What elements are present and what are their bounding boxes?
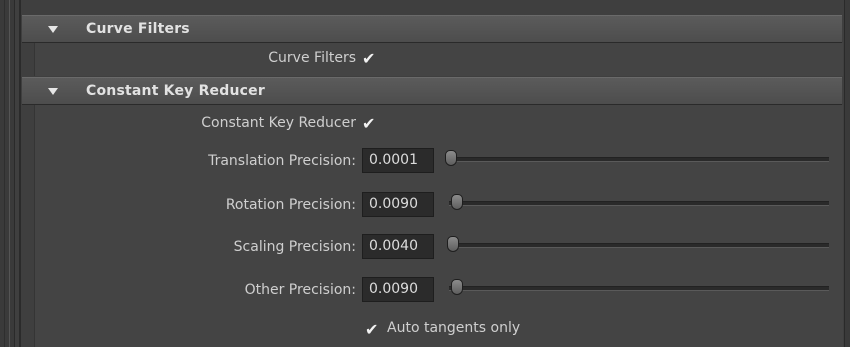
constant-key-reducer-body: Constant Key Reducer ✔ Translation Preci… <box>34 105 843 347</box>
scaling-precision-slider-handle[interactable] <box>447 236 459 252</box>
collapse-triangle-icon[interactable] <box>48 25 58 33</box>
constant-key-reducer-checkbox-label: Constant Key Reducer <box>201 115 356 131</box>
rotation-precision-slider-track[interactable] <box>449 201 829 206</box>
checkmark-icon: ✔ <box>362 114 376 133</box>
scaling-precision-field[interactable]: 0.0040 <box>362 234 434 259</box>
panel-divider <box>19 0 21 347</box>
curve-filters-header[interactable]: Curve Filters <box>22 15 842 43</box>
collapse-triangle-icon[interactable] <box>48 87 58 95</box>
scaling-precision-slider-track[interactable] <box>449 243 829 248</box>
rotation-precision-field[interactable]: 0.0090 <box>362 192 434 217</box>
auto-tangents-checkbox[interactable]: ✔ <box>365 320 379 339</box>
other-precision-field[interactable]: 0.0090 <box>362 277 434 302</box>
constant-key-reducer-header[interactable]: Constant Key Reducer <box>22 77 842 105</box>
rotation-precision-slider-handle[interactable] <box>451 194 463 210</box>
other-precision-label: Other Precision: <box>244 282 356 298</box>
constant-key-reducer-checkbox[interactable]: ✔ <box>362 114 376 133</box>
other-precision-slider-handle[interactable] <box>451 279 463 295</box>
other-precision-slider-track[interactable] <box>449 286 829 291</box>
window-frame-right <box>844 0 850 347</box>
curve-filters-checkbox[interactable]: ✔ <box>362 49 376 68</box>
curve-filters-checkbox-label: Curve Filters <box>268 50 356 66</box>
translation-precision-slider-track[interactable] <box>449 157 829 162</box>
constant-key-reducer-title: Constant Key Reducer <box>86 83 265 99</box>
checkmark-icon: ✔ <box>365 320 379 339</box>
rotation-precision-label: Rotation Precision: <box>225 197 356 213</box>
curve-filters-body: Curve Filters ✔ <box>34 43 843 76</box>
translation-precision-label: Translation Precision: <box>208 153 356 169</box>
scaling-precision-label: Scaling Precision: <box>233 239 356 255</box>
checkmark-icon: ✔ <box>362 49 376 68</box>
window-frame-left <box>0 0 15 347</box>
translation-precision-slider-handle[interactable] <box>445 150 457 166</box>
translation-precision-field[interactable]: 0.0001 <box>362 148 434 173</box>
curve-filters-title: Curve Filters <box>86 21 190 37</box>
auto-tangents-label: Auto tangents only <box>387 320 521 336</box>
